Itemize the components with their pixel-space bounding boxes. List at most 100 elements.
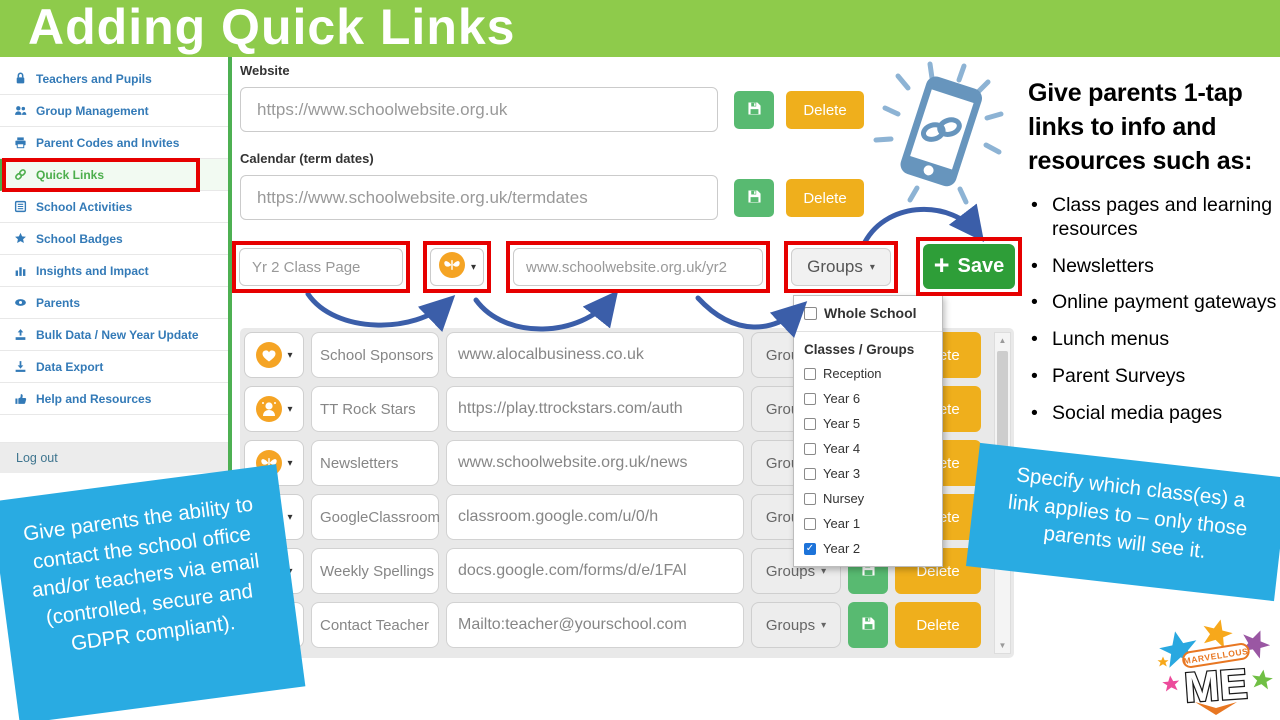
sidebar-item-parents[interactable]: Parents — [0, 287, 228, 319]
link-url-input[interactable]: classroom.google.com/u/0/h — [446, 494, 744, 540]
link-name-input[interactable]: Contact Teacher — [311, 602, 439, 648]
scroll-down-icon[interactable]: ▼ — [995, 641, 1010, 650]
dropdown-item-label: Year 1 — [823, 516, 860, 531]
slide: Adding Quick Links Teachers and Pupils G… — [0, 0, 1280, 720]
dropdown-item-label: Whole School — [824, 305, 917, 321]
delete-button[interactable]: Delete — [895, 602, 981, 648]
link-url-input[interactable]: www.schoolwebsite.org.uk/news — [446, 440, 744, 486]
groups-button-label: Groups — [807, 257, 863, 277]
link-url-input[interactable]: Mailto:teacher@yourschool.com — [446, 602, 744, 648]
caret-down-icon: ▾ — [287, 350, 292, 361]
dropdown-item-label: Year 4 — [823, 441, 860, 456]
phone-link-illustration — [868, 56, 1012, 208]
checkbox-checked-icon[interactable]: ✓ — [804, 543, 816, 555]
sidebar-item-data-export[interactable]: Data Export — [0, 351, 228, 383]
benefit-item: Lunch menus — [1028, 328, 1280, 352]
sidebar-item-teachers-and-pupils[interactable]: Teachers and Pupils — [0, 63, 228, 95]
caret-down-icon: ▾ — [287, 458, 292, 469]
sidebar-item-label: School Activities — [36, 200, 132, 214]
sidebar-item-insights-and-impact[interactable]: Insights and Impact — [0, 255, 228, 287]
save-button[interactable] — [734, 91, 774, 129]
dropdown-item-year-5[interactable]: Year 5 — [794, 411, 942, 436]
sidebar-item-bulk-data-new-year-update[interactable]: Bulk Data / New Year Update — [0, 319, 228, 351]
annotation-box-link-url — [506, 241, 770, 293]
link-name-input[interactable]: TT Rock Stars — [311, 386, 439, 432]
slide-title: Adding Quick Links — [28, 0, 515, 56]
dropdown-item-year-2[interactable]: ✓ Year 2 — [794, 536, 942, 561]
link-name-input[interactable] — [239, 248, 403, 286]
sidebar-item-label: School Badges — [36, 232, 123, 246]
sidebar-item-help-and-resources[interactable]: Help and Resources — [0, 383, 228, 415]
link-name-input[interactable]: GoogleClassroom — [311, 494, 439, 540]
character-icon — [255, 395, 283, 423]
dropdown-item-year-3[interactable]: Year 3 — [794, 461, 942, 486]
sidebar-item-school-activities[interactable]: School Activities — [0, 191, 228, 223]
calendar-url-input[interactable] — [240, 175, 718, 220]
link-url-input[interactable] — [513, 248, 763, 286]
sidebar-nav: Teachers and Pupils Group Management Par… — [0, 57, 228, 473]
dropdown-item-label: Reception — [823, 366, 882, 381]
website-url-input[interactable] — [240, 87, 718, 132]
calendar-label: Calendar (term dates) — [240, 151, 374, 166]
sidebar-item-label: Quick Links — [36, 168, 104, 182]
dropdown-item-whole-school[interactable]: Whole School — [794, 296, 942, 331]
sidebar-item-label: Teachers and Pupils — [36, 72, 152, 86]
website-label: Website — [240, 63, 290, 78]
dropdown-item-reception[interactable]: Reception — [794, 361, 942, 386]
star-icon — [14, 232, 27, 245]
icon-picker-dropdown[interactable]: ▾ — [244, 332, 304, 378]
add-save-button[interactable]: + Save — [923, 244, 1015, 289]
sidebar-item-parent-codes-and-invites[interactable]: Parent Codes and Invites — [0, 127, 228, 159]
checkbox-unchecked-icon[interactable] — [804, 518, 816, 530]
link-name-input[interactable]: Newsletters — [311, 440, 439, 486]
sidebar-item-group-management[interactable]: Group Management — [0, 95, 228, 127]
scroll-up-icon[interactable]: ▲ — [995, 336, 1010, 345]
link-icon — [14, 168, 27, 181]
link-url-input[interactable]: docs.google.com/forms/d/e/1FAl — [446, 548, 744, 594]
delete-button[interactable]: Delete — [786, 91, 864, 129]
dropdown-item-year-4[interactable]: Year 4 — [794, 436, 942, 461]
hand-icon — [14, 392, 27, 405]
annotation-box-icon-picker: ▾ — [423, 241, 491, 293]
sidebar-item-school-badges[interactable]: School Badges — [0, 223, 228, 255]
checkbox-unchecked-icon[interactable] — [804, 468, 816, 480]
link-url-input[interactable]: https://play.ttrockstars.com/auth — [446, 386, 744, 432]
save-button[interactable] — [848, 602, 888, 648]
logout-button[interactable]: Log out — [0, 443, 228, 473]
marvellousme-logo: ME MARVELLOUS — [1157, 618, 1275, 718]
groups-dropdown-button[interactable]: Groups ▾ — [791, 248, 891, 286]
link-name-input[interactable]: School Sponsors — [311, 332, 439, 378]
checkbox-unchecked-icon[interactable] — [804, 443, 816, 455]
checkbox-unchecked-icon[interactable] — [804, 493, 816, 505]
callout-contact: Give parents the ability to contact the … — [0, 464, 305, 720]
floppy-icon — [746, 188, 763, 208]
list-icon — [14, 200, 27, 213]
dropdown-item-nursey[interactable]: Nursey — [794, 486, 942, 511]
printer-icon — [14, 136, 27, 149]
icon-picker-dropdown[interactable]: ▾ — [244, 386, 304, 432]
sidebar-item-quick-links[interactable]: Quick Links — [0, 159, 228, 191]
checkbox-unchecked-icon[interactable] — [804, 307, 817, 320]
groups-dropdown-button[interactable]: Groups ▾ — [751, 602, 841, 648]
save-button-label: Save — [958, 255, 1005, 278]
dropdown-item-year-6[interactable]: Year 6 — [794, 386, 942, 411]
benefit-item: Class pages and learning resources — [1028, 194, 1280, 242]
right-panel-heading: Give parents 1-tap links to info and res… — [1028, 76, 1280, 178]
caret-down-icon: ▾ — [287, 404, 292, 415]
delete-button[interactable]: Delete — [786, 179, 864, 217]
checkbox-unchecked-icon[interactable] — [804, 418, 816, 430]
checkbox-unchecked-icon[interactable] — [804, 393, 816, 405]
heart-icon — [255, 341, 283, 369]
sidebar-item-label: Parents — [36, 296, 80, 310]
sidebar-spacer — [0, 415, 228, 443]
sidebar-item-label: Insights and Impact — [36, 264, 149, 278]
dropdown-item-year-1[interactable]: Year 1 — [794, 511, 942, 536]
sidebar-item-label: Parent Codes and Invites — [36, 136, 179, 150]
floppy-icon — [746, 100, 763, 120]
dropdown-item-label: Year 6 — [823, 391, 860, 406]
save-button[interactable] — [734, 179, 774, 217]
link-name-input[interactable]: Weekly Spellings — [311, 548, 439, 594]
link-url-input[interactable]: www.alocalbusiness.co.uk — [446, 332, 744, 378]
checkbox-unchecked-icon[interactable] — [804, 368, 816, 380]
icon-picker-dropdown[interactable]: ▾ — [430, 248, 484, 286]
